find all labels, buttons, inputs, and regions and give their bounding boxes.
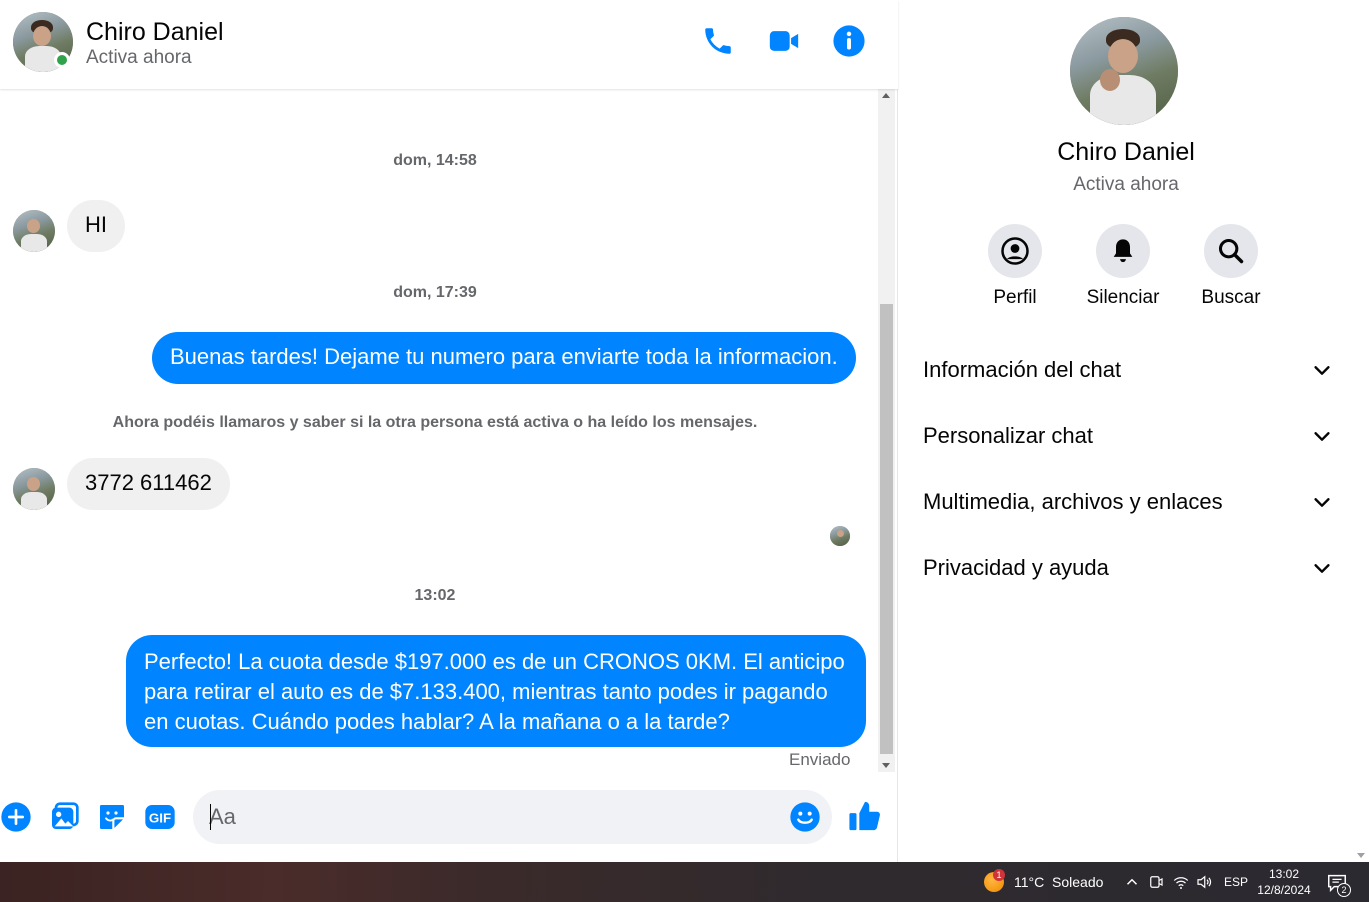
- message-scrollbar[interactable]: [878, 89, 895, 772]
- volume-icon[interactable]: [1195, 873, 1213, 891]
- profile-name: Chiro Daniel: [1057, 138, 1195, 166]
- chevron-down-icon: [1314, 564, 1330, 573]
- section-media-files[interactable]: Multimedia, archivos y enlaces: [923, 482, 1333, 522]
- text-caret: [210, 804, 211, 830]
- search-button[interactable]: Buscar: [1176, 224, 1286, 309]
- timestamp: dom, 17:39: [393, 284, 477, 301]
- section-title: Información del chat: [923, 357, 1122, 382]
- chevron-down-icon: [1314, 366, 1330, 375]
- sender-avatar[interactable]: [13, 468, 55, 510]
- scroll-down-arrow[interactable]: [1357, 853, 1365, 858]
- thumbs-up-icon[interactable]: [848, 799, 882, 833]
- message-thread: dom, 14:58 HI dom, 17:39 Buenas tardes! …: [0, 89, 878, 772]
- wifi-icon[interactable]: [1172, 873, 1190, 891]
- chat-header: Chiro Daniel Activa ahora: [0, 0, 898, 89]
- chat-details-pane: Chiro Daniel Activa ahora Perfil Silenci…: [899, 0, 1353, 862]
- section-customize-chat[interactable]: Personalizar chat: [923, 416, 1333, 456]
- section-title: Privacidad y ayuda: [923, 555, 1109, 580]
- contact-name[interactable]: Chiro Daniel: [86, 18, 224, 47]
- scroll-up-arrow[interactable]: [882, 93, 890, 98]
- emoji-icon[interactable]: [789, 801, 821, 833]
- sender-avatar[interactable]: [13, 210, 55, 252]
- section-title: Multimedia, archivos y enlaces: [923, 489, 1223, 514]
- profile-icon: [1001, 237, 1029, 265]
- message-input[interactable]: [209, 800, 769, 834]
- gif-label: GIF: [149, 810, 171, 825]
- page-scrollbar[interactable]: [1353, 0, 1369, 862]
- timestamp: 13:02: [414, 587, 456, 604]
- notification-count: 2: [1337, 883, 1351, 897]
- message-composer: GIF: [0, 772, 898, 862]
- incoming-message[interactable]: 3772 611462: [67, 458, 230, 510]
- search-icon: [1218, 238, 1244, 264]
- mute-button[interactable]: Silenciar: [1068, 224, 1178, 309]
- chevron-down-icon: [1314, 498, 1330, 507]
- profile-avatar[interactable]: [1070, 17, 1178, 125]
- chat-pane: Chiro Daniel Activa ahora dom, 14:58 HI …: [0, 0, 898, 862]
- info-icon[interactable]: [832, 24, 866, 58]
- delivery-status: Enviado: [789, 750, 851, 769]
- outgoing-message[interactable]: Buenas tardes! Dejame tu numero para env…: [152, 332, 856, 384]
- message-input-container[interactable]: [193, 790, 832, 844]
- video-camera-icon[interactable]: [767, 24, 801, 58]
- sticker-icon[interactable]: [96, 801, 128, 833]
- system-clock[interactable]: 13:02 12/8/2024: [1254, 866, 1314, 898]
- language-indicator[interactable]: ESP: [1224, 875, 1248, 889]
- contact-status: Activa ahora: [86, 47, 192, 68]
- section-privacy-help[interactable]: Privacidad y ayuda: [923, 548, 1333, 588]
- search-label: Buscar: [1201, 287, 1261, 308]
- online-indicator: [54, 52, 70, 68]
- chevron-down-icon: [1314, 432, 1330, 441]
- mute-label: Silenciar: [1086, 287, 1160, 308]
- chevron-up-icon[interactable]: [1123, 873, 1141, 891]
- bell-icon: [1113, 239, 1133, 263]
- timestamp: dom, 14:58: [393, 152, 477, 169]
- weather-text[interactable]: 11°C Soleado: [1014, 874, 1103, 890]
- outgoing-message[interactable]: Perfecto! La cuota desde $197.000 es de …: [126, 635, 866, 747]
- profile-label: Perfil: [993, 287, 1037, 308]
- weather-badge: 1: [993, 869, 1005, 881]
- plus-icon[interactable]: [0, 801, 32, 833]
- phone-icon[interactable]: [701, 24, 735, 58]
- section-chat-info[interactable]: Información del chat: [923, 350, 1333, 390]
- messenger-window: Chiro Daniel Activa ahora dom, 14:58 HI …: [0, 0, 1369, 862]
- section-title: Personalizar chat: [923, 423, 1093, 448]
- image-icon[interactable]: [48, 801, 80, 833]
- profile-button[interactable]: Perfil: [960, 224, 1070, 309]
- gif-icon[interactable]: GIF: [144, 801, 176, 833]
- system-notice: Ahora podéis llamaros y saber si la otra…: [112, 414, 758, 431]
- seen-avatar: [830, 526, 850, 546]
- profile-status: Activa ahora: [1073, 174, 1179, 195]
- scroll-thumb[interactable]: [880, 304, 893, 754]
- incoming-message[interactable]: HI: [67, 200, 125, 252]
- clock-time: 13:02: [1268, 867, 1300, 881]
- clock-date: 12/8/2024: [1257, 883, 1311, 897]
- scroll-down-arrow[interactable]: [882, 763, 890, 768]
- meet-now-icon[interactable]: [1147, 873, 1165, 891]
- windows-taskbar: 1 11°C Soleado ESP 13:02 12/8/2024 2: [0, 862, 1369, 902]
